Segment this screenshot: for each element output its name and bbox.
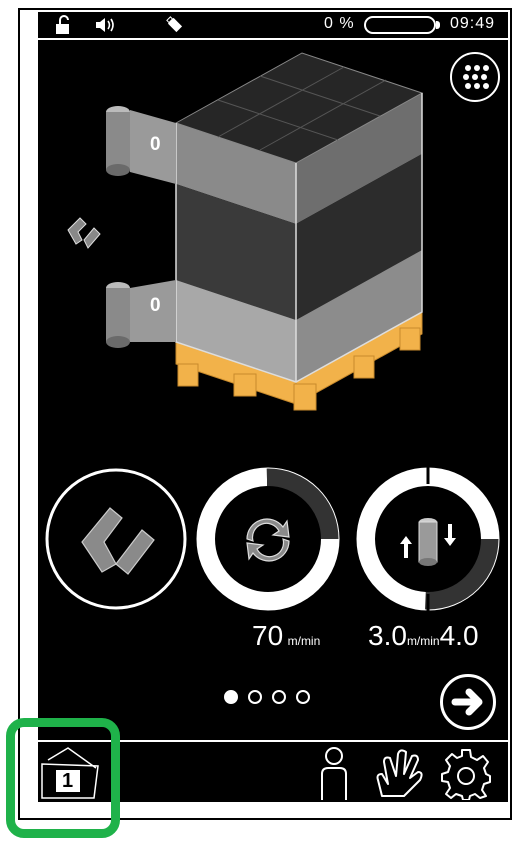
- controls-area: [45, 466, 500, 612]
- film-speed-value-2: 4.0: [439, 620, 479, 651]
- film-roll-icon: [400, 518, 456, 566]
- film-speed-readout: 3.0m/min4.0: [368, 620, 479, 652]
- arrow-right-icon: [451, 688, 483, 716]
- page-dot-4[interactable]: [296, 690, 310, 704]
- rotation-speed-unit: m/min: [287, 634, 321, 648]
- page-dot-2[interactable]: [248, 690, 262, 704]
- top-reel: [106, 106, 176, 184]
- program-number: 1: [62, 770, 74, 792]
- hmi-screen: 0 % 09:49 0 0 70 m/min 3.0m/min4.0 1: [38, 12, 508, 802]
- page-dot-3[interactable]: [272, 690, 286, 704]
- pagination-dots: [224, 690, 320, 709]
- bottom-bar: 1: [38, 740, 508, 802]
- up-down-button[interactable]: [45, 468, 187, 610]
- manual-hand-icon[interactable]: [374, 746, 426, 800]
- bottom-reel: [106, 280, 176, 348]
- pallet-illustration: [67, 52, 424, 411]
- top-reel-value: 0: [150, 134, 161, 155]
- page-dot-1[interactable]: [224, 690, 238, 704]
- film-speed-button[interactable]: [356, 466, 500, 612]
- settings-gear-icon[interactable]: [440, 748, 492, 800]
- rotation-speed-button[interactable]: [196, 467, 340, 611]
- rotation-speed-readout: 70 m/min: [252, 620, 320, 652]
- rotation-speed-value: 70: [252, 620, 284, 651]
- film-speed-value: 3.0: [368, 620, 407, 651]
- program-selector-button[interactable]: 1: [38, 742, 108, 802]
- next-button[interactable]: [440, 674, 496, 730]
- up-down-small-icon: [67, 217, 101, 249]
- bottom-reel-value: 0: [150, 295, 161, 316]
- film-speed-unit: m/min: [406, 634, 440, 648]
- rotate-arrows-icon: [246, 518, 290, 562]
- operator-icon[interactable]: [314, 746, 354, 800]
